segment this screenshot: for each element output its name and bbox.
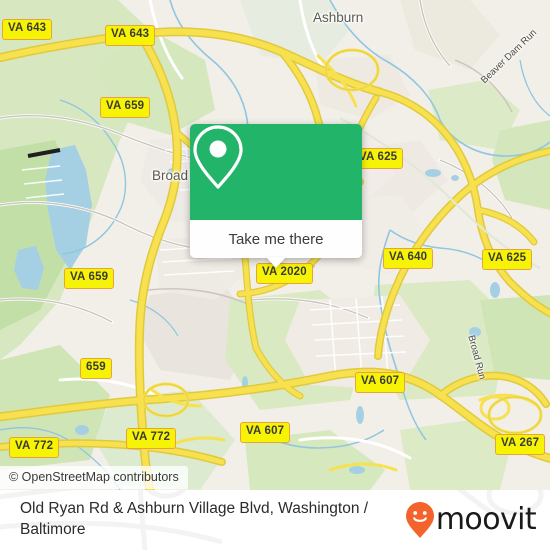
place-label-ashburn: Ashburn <box>313 10 364 25</box>
road-shield-659[interactable]: 659 <box>80 358 112 379</box>
map-attribution[interactable]: © OpenStreetMap contributors <box>0 466 188 489</box>
footer-bar: Old Ryan Rd & Ashburn Village Blvd, Wash… <box>0 490 550 550</box>
popup-pointer <box>266 257 286 268</box>
moovit-pin-smiley-icon <box>405 502 434 538</box>
road-shield-va-772-center[interactable]: VA 772 <box>126 428 177 449</box>
map-pin-icon <box>193 125 243 189</box>
location-popup-card[interactable]: Take me there <box>190 124 362 268</box>
road-shield-va-643-west[interactable]: VA 643 <box>2 19 53 40</box>
moovit-wordmark: moovit <box>435 502 537 537</box>
popup-action-row[interactable]: Take me there <box>190 220 362 268</box>
road-shield-va-643-east[interactable]: VA 643 <box>105 25 156 46</box>
place-label-broadlands: Broad <box>152 168 189 183</box>
moovit-map-page: Ashburn Broad Beaver Dam Run Broad Run V… <box>0 0 550 550</box>
take-me-there-label: Take me there <box>228 230 324 248</box>
page-title: Old Ryan Rd & Ashburn Village Blvd, Wash… <box>20 500 369 538</box>
road-shield-va-659-west[interactable]: VA 659 <box>64 268 115 289</box>
road-shield-va-640[interactable]: VA 640 <box>383 248 434 269</box>
road-shield-va-267[interactable]: VA 267 <box>495 434 546 455</box>
moovit-logo[interactable]: moovit <box>405 501 537 539</box>
road-shield-va-607-east[interactable]: VA 607 <box>355 372 406 393</box>
road-shield-va-625-east[interactable]: VA 625 <box>482 249 533 270</box>
road-shield-va-659-north[interactable]: VA 659 <box>100 97 151 118</box>
popup-header <box>190 124 362 220</box>
map-canvas[interactable]: Ashburn Broad Beaver Dam Run Broad Run V… <box>0 0 550 490</box>
road-shield-va-772-west[interactable]: VA 772 <box>9 437 60 458</box>
road-shield-va-607-west[interactable]: VA 607 <box>240 422 291 443</box>
